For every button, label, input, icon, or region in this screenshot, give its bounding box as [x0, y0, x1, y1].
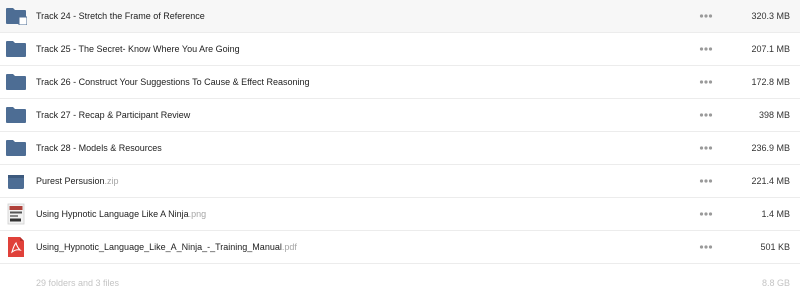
folder-icon	[6, 41, 26, 57]
file-size: 221.4 MB	[751, 176, 790, 186]
file-row-ninja-png[interactable]: Using Hypnotic Language Like A Ninja.png…	[0, 198, 800, 231]
file-name: Purest Persusion.zip	[36, 176, 119, 186]
more-options-icon[interactable]	[699, 46, 713, 52]
image-thumbnail-icon	[7, 203, 25, 225]
file-size: 398 MB	[758, 110, 790, 120]
more-options-icon[interactable]	[699, 79, 713, 85]
file-size: 236.9 MB	[751, 143, 790, 153]
file-name: Using_Hypnotic_Language_Like_A_Ninja_-_T…	[36, 242, 297, 252]
file-row-training-manual-pdf[interactable]: Using_Hypnotic_Language_Like_A_Ninja_-_T…	[0, 231, 800, 264]
file-size: 207.1 MB	[751, 44, 790, 54]
more-options-icon[interactable]	[699, 145, 713, 151]
file-name: Using Hypnotic Language Like A Ninja.png	[36, 209, 207, 219]
folder-icon	[6, 107, 26, 123]
file-row-purest-persusion[interactable]: Purest Persusion.zip 221.4 MB	[0, 165, 800, 198]
file-name: Track 28 - Models & Resources	[36, 143, 162, 153]
file-row-track-25[interactable]: Track 25 - The Secret- Know Where You Ar…	[0, 33, 800, 66]
file-size: 1.4 MB	[761, 209, 790, 219]
file-row-track-24[interactable]: Track 24 - Stretch the Frame of Referenc…	[0, 0, 800, 33]
file-name: Track 26 - Construct Your Suggestions To…	[36, 77, 310, 87]
file-row-track-27[interactable]: Track 27 - Recap & Participant Review 39…	[0, 99, 800, 132]
folder-icon	[6, 140, 26, 156]
more-options-icon[interactable]	[699, 244, 713, 250]
pdf-icon	[8, 237, 24, 257]
file-name: Track 25 - The Secret- Know Where You Ar…	[36, 44, 240, 54]
file-size: 172.8 MB	[751, 77, 790, 87]
item-count: 29 folders and 3 files	[36, 278, 120, 288]
file-size: 501 KB	[760, 242, 790, 252]
file-size: 320.3 MB	[751, 11, 790, 21]
total-size: 8.8 GB	[761, 278, 790, 288]
more-options-icon[interactable]	[699, 211, 713, 217]
file-row-track-26[interactable]: Track 26 - Construct Your Suggestions To…	[0, 66, 800, 99]
more-options-icon[interactable]	[699, 178, 713, 184]
folder-icon	[6, 74, 26, 90]
folder-icon	[6, 8, 27, 25]
file-list: Track 24 - Stretch the Frame of Referenc…	[0, 0, 800, 306]
file-row-track-28[interactable]: Track 28 - Models & Resources 236.9 MB	[0, 132, 800, 165]
file-name: Track 24 - Stretch the Frame of Referenc…	[36, 11, 205, 21]
more-options-icon[interactable]	[699, 112, 713, 118]
list-summary: 29 folders and 3 files 8.8 GB	[0, 264, 800, 306]
more-options-icon[interactable]	[699, 13, 713, 19]
file-name: Track 27 - Recap & Participant Review	[36, 110, 191, 120]
archive-icon	[8, 175, 24, 189]
